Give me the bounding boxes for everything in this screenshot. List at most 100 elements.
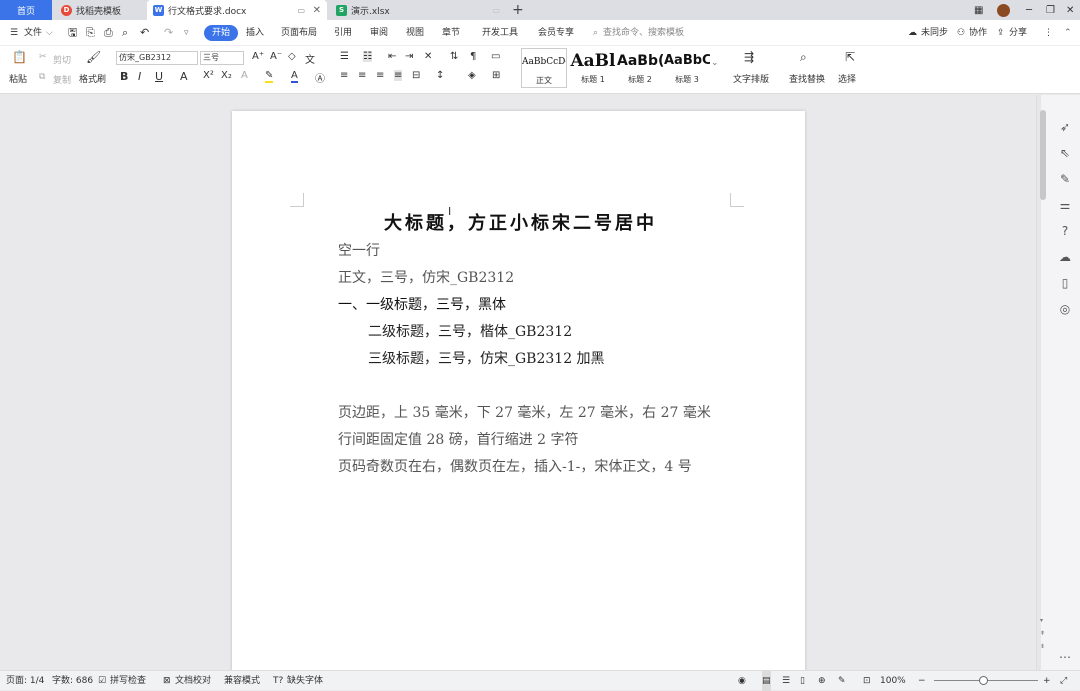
vertical-scrollbar[interactable] [1040, 110, 1046, 200]
bullets-icon[interactable]: ☰ [340, 51, 349, 62]
menu-review[interactable]: 审阅 [370, 20, 388, 46]
rocket-icon[interactable]: ➶ [1057, 120, 1073, 134]
char-border-icon[interactable]: Ⓐ [315, 70, 325, 85]
sliders-icon[interactable]: ⚌ [1057, 198, 1073, 212]
outline-view-icon[interactable]: ☰ [782, 671, 790, 691]
reading-view-icon[interactable]: ▯ [800, 671, 805, 691]
hamburger-icon[interactable]: ☰ [10, 20, 18, 46]
restore-icon[interactable]: ❐ [1046, 0, 1055, 20]
numbering-icon[interactable]: ☷ [363, 51, 372, 62]
prev-page-icon[interactable]: ⇞ [1040, 630, 1045, 637]
styles-more-icon[interactable]: ⌄ [711, 58, 719, 68]
fullscreen-icon[interactable]: ⤢ [1060, 671, 1067, 691]
cut-button[interactable]: 剪切 [53, 53, 71, 66]
proof-icon[interactable]: ⊠ [163, 671, 171, 691]
text-layout-icon[interactable]: ⇶ [744, 50, 754, 64]
table-tools-icon[interactable]: ▭ [491, 51, 500, 62]
page-view-icon[interactable]: ▤ [762, 671, 771, 691]
chinese-layout-icon[interactable]: ✕ [424, 51, 432, 62]
shrink-font-icon[interactable]: A⁻ [270, 51, 282, 62]
redo-icon[interactable]: ↷ [164, 20, 173, 46]
clear-format-icon[interactable]: ◇ [288, 51, 296, 62]
format-painter-button[interactable]: 格式刷 [79, 72, 106, 85]
strikethrough-icon[interactable]: A [180, 70, 188, 83]
doc-line[interactable]: 行间距固定值 28 磅，首行缩进 2 字符 [338, 429, 579, 449]
minimize-icon[interactable]: ─ [1026, 0, 1032, 20]
line-spacing-icon[interactable]: ↕ [436, 70, 444, 81]
menu-home[interactable]: 开始 [204, 25, 239, 41]
doc-line[interactable]: 空一行 [338, 240, 380, 260]
doc-heading-2[interactable]: 二级标题，三号，楷体_GB2312 [368, 321, 572, 341]
tab-document[interactable]: W 行文格式要求.docx ▭ ✕ [147, 0, 327, 20]
subscript-icon[interactable]: X₂ [221, 70, 232, 81]
format-painter-icon[interactable]: 🖌 [86, 50, 101, 64]
page-count[interactable]: 页面: 1/4 [6, 671, 44, 691]
grid-icon[interactable]: ▦ [974, 0, 983, 20]
quick-access-more-icon[interactable]: ▿ [184, 20, 189, 46]
select-button[interactable]: 选择 [838, 72, 856, 85]
doc-heading-1[interactable]: 一、一级标题，三号，黑体 [338, 294, 506, 314]
cloud-doc-icon[interactable]: ☁ [1057, 250, 1073, 264]
paste-button[interactable]: 粘贴 [9, 72, 27, 85]
proofread-button[interactable]: 文档校对 [175, 671, 211, 691]
undo-icon[interactable]: ↶ [140, 20, 149, 46]
zoom-in-icon[interactable]: + [1043, 671, 1051, 691]
menu-chapter[interactable]: 章节 [442, 20, 460, 46]
shading-icon[interactable]: ◈ [468, 70, 476, 81]
collab-button[interactable]: 协作 [969, 20, 987, 46]
doc-title[interactable]: 大标题，方正小标宋二号居中 [384, 209, 657, 235]
more-dots-icon[interactable]: ⋯ [1057, 650, 1073, 664]
zoom-level[interactable]: 100% [880, 671, 906, 691]
sort-icon[interactable]: ⇅ [450, 51, 458, 62]
highlight-icon[interactable]: ✎ [265, 70, 274, 83]
zoom-slider-handle[interactable] [979, 676, 988, 685]
align-left-icon[interactable]: ≡ [340, 70, 348, 81]
phonetic-icon[interactable]: 文 [305, 51, 315, 66]
font-name-select[interactable]: 仿宋_GB2312 [116, 51, 198, 65]
spell-check-button[interactable]: 拼写检查 [110, 671, 146, 691]
cut-icon[interactable]: ✂ [39, 52, 47, 62]
style-heading1[interactable]: AaBl 标题 1 [570, 48, 616, 88]
menu-insert[interactable]: 插入 [246, 20, 264, 46]
underline-icon[interactable]: U [155, 70, 163, 83]
find-replace-button[interactable]: 查找替换 [789, 72, 825, 85]
font-size-select[interactable]: 三号 [200, 51, 244, 65]
web-view-icon[interactable]: ⊕ [818, 671, 826, 691]
text-effect-icon[interactable]: A [241, 70, 248, 81]
export-pdf-icon[interactable]: ⎘ [86, 20, 95, 46]
command-search-input[interactable]: 查找命令、搜索模板 [603, 20, 684, 46]
document-page[interactable]: 大标题，方正小标宋二号居中 空一行 正文，三号，仿宋_GB2312 一、一级标题… [232, 111, 805, 670]
copy-button[interactable]: 复制 [53, 73, 71, 86]
font-missing-icon[interactable]: T? [273, 671, 283, 691]
style-normal[interactable]: AaBbCcDc 正文 [521, 48, 567, 88]
missing-font-button[interactable]: 缺失字体 [287, 671, 323, 691]
save-icon[interactable]: 🖫 [68, 20, 77, 46]
chevron-down-icon[interactable]: ⌵ [46, 20, 53, 46]
checkbox-icon[interactable]: ☑ [98, 671, 106, 691]
zoom-out-icon[interactable]: − [918, 671, 926, 691]
style-heading3[interactable]: AaBbC 标题 3 [664, 48, 710, 88]
show-marks-icon[interactable]: ¶ [470, 51, 476, 62]
next-page-icon[interactable]: ⇟ [1040, 643, 1045, 650]
avatar[interactable] [996, 0, 1010, 20]
doc-line[interactable]: 正文，三号，仿宋_GB2312 [338, 267, 514, 287]
word-count[interactable]: 字数: 686 [52, 671, 93, 691]
text-layout-button[interactable]: 文字排版 [733, 72, 769, 85]
doc-line[interactable]: 页码奇数页在右，偶数页在左，插入-1-，宋体正文，4 号 [338, 456, 692, 476]
sync-status[interactable]: 未同步 [921, 20, 948, 46]
scroll-down-icon[interactable]: ▾ [1040, 617, 1043, 624]
tab-home[interactable]: 首页 [0, 0, 52, 20]
share-button[interactable]: 分享 [1009, 20, 1027, 46]
tab-close-icon[interactable]: ✕ [313, 5, 321, 16]
bold-icon[interactable]: B [120, 70, 128, 83]
paste-icon[interactable]: 📋 [12, 50, 27, 64]
align-center-icon[interactable]: ≡ [358, 70, 366, 81]
grow-font-icon[interactable]: A⁺ [252, 51, 264, 62]
menu-file[interactable]: 文件 [24, 20, 42, 46]
tab-spreadsheet[interactable]: S 演示.xlsx ▭ [330, 0, 506, 20]
pointer-icon[interactable]: ⇖ [1057, 146, 1073, 160]
tab-window-icon[interactable]: ▭ [297, 6, 305, 15]
more-icon[interactable]: ⋮ [1044, 20, 1053, 46]
menu-page-layout[interactable]: 页面布局 [281, 20, 317, 46]
align-right-icon[interactable]: ≡ [376, 70, 384, 81]
